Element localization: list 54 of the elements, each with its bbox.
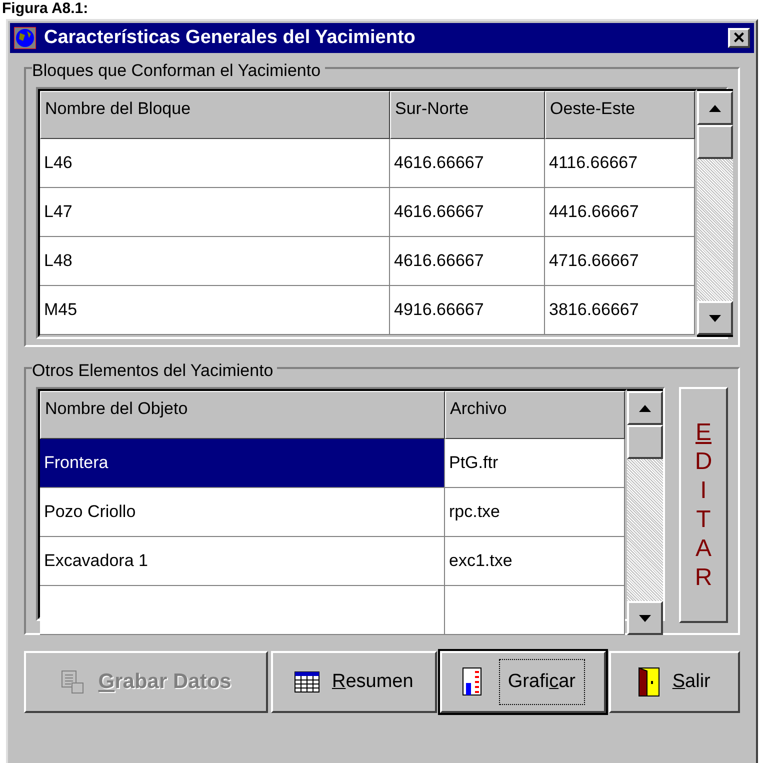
- table-cell: PtG.ftr: [445, 439, 625, 488]
- table-row[interactable]: L47 4616.66667 4416.66667: [40, 188, 695, 237]
- table-row[interactable]: L46 4616.66667 4116.66667: [40, 139, 695, 188]
- table-cell: 4916.66667: [390, 286, 545, 335]
- table-cell: Frontera: [40, 439, 445, 488]
- scroll-up-button[interactable]: [697, 91, 733, 125]
- figure-caption: Figura A8.1:: [2, 0, 88, 17]
- table-row[interactable]: M45 4916.66667 3816.66667: [40, 286, 695, 335]
- down-arrow-icon: [639, 614, 651, 622]
- close-button[interactable]: ×: [728, 28, 750, 48]
- column-header[interactable]: Nombre del Objeto: [40, 391, 445, 439]
- scroll-down-button[interactable]: [627, 601, 663, 635]
- action-button[interactable]: Salir: [608, 651, 740, 713]
- scroll-bar[interactable]: [627, 391, 663, 635]
- table-row[interactable]: L48 4616.66667 4716.66667: [40, 237, 695, 286]
- document-icon: [60, 669, 86, 695]
- action-button[interactable]: Resumen: [270, 651, 437, 713]
- scroll-thumb[interactable]: [697, 125, 733, 159]
- action-button[interactable]: Graficar: [440, 651, 606, 713]
- scroll-bar[interactable]: [697, 91, 733, 335]
- scroll-up-button[interactable]: [627, 391, 663, 425]
- column-header[interactable]: Archivo: [445, 391, 625, 439]
- table-cell: 4616.66667: [390, 188, 545, 237]
- up-arrow-icon: [639, 404, 651, 412]
- table-cell: 4616.66667: [390, 237, 545, 286]
- table-cell: Excavadora 1: [40, 537, 445, 586]
- table-cell: Pozo Criollo: [40, 488, 445, 537]
- table-cell: rpc.txe: [445, 488, 625, 537]
- down-arrow-icon: [709, 314, 721, 322]
- table-row[interactable]: [40, 586, 625, 635]
- door-icon: [638, 667, 660, 697]
- up-arrow-icon: [709, 104, 721, 112]
- table-row[interactable]: Excavadora 1 exc1.txe: [40, 537, 625, 586]
- window-title: Características Generales del Yacimiento: [44, 26, 416, 50]
- table-cell: L48: [40, 237, 390, 286]
- table-cell: 4716.66667: [545, 237, 695, 286]
- column-header[interactable]: Sur-Norte: [390, 91, 545, 139]
- table-cell: 4416.66667: [545, 188, 695, 237]
- scroll-thumb[interactable]: [627, 425, 663, 459]
- table-cell: exc1.txe: [445, 537, 625, 586]
- table-cell: 4116.66667: [545, 139, 695, 188]
- globe-icon: [14, 27, 36, 49]
- table-row[interactable]: Frontera PtG.ftr: [40, 439, 625, 488]
- table-row[interactable]: Pozo Criollo rpc.txe: [40, 488, 625, 537]
- table-cell: 4616.66667: [390, 139, 545, 188]
- table-cell: M45: [40, 286, 390, 335]
- column-header[interactable]: Nombre del Bloque: [40, 91, 390, 139]
- table-cell: 3816.66667: [545, 286, 695, 335]
- column-header[interactable]: Oeste-Este: [545, 91, 695, 139]
- table-icon: [294, 671, 320, 693]
- table-cell: L47: [40, 188, 390, 237]
- edit-button[interactable]: E D I T A R: [679, 387, 728, 623]
- scroll-down-button[interactable]: [697, 301, 733, 335]
- table-cell: L46: [40, 139, 390, 188]
